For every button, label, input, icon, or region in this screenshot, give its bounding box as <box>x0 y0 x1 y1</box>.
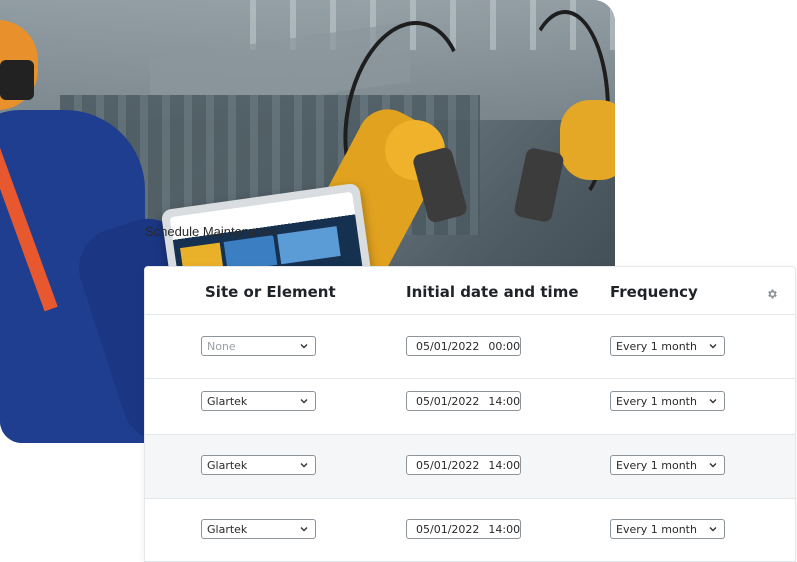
frequency-value: Every 1 month <box>616 340 697 353</box>
site-value: Glartek <box>207 459 248 472</box>
date-value: 05/01/2022 <box>416 340 480 353</box>
date-value: 05/01/2022 <box>416 459 480 472</box>
frequency-select[interactable]: Every 1 month <box>610 519 725 539</box>
frequency-select[interactable]: Every 1 month <box>610 455 725 475</box>
header-frequency: Frequency <box>610 283 698 301</box>
date-time-input[interactable]: 05/01/2022 14:00 <box>406 455 521 475</box>
frequency-value: Every 1 month <box>616 523 697 536</box>
time-value: 14:00 <box>488 459 521 472</box>
site-select[interactable]: None <box>201 336 316 356</box>
date-value: 05/01/2022 <box>416 523 480 536</box>
worker-ear-protector <box>0 60 34 100</box>
time-value: 00:00 <box>488 340 521 353</box>
chevron-down-icon <box>709 399 717 404</box>
chevron-down-icon <box>300 463 308 468</box>
schedule-table-card: Site or Element Initial date and time Fr… <box>144 266 796 562</box>
chevron-down-icon <box>300 344 308 349</box>
robot-tool <box>513 146 565 224</box>
table-row: Glartek 05/01/2022 14:00 Every 1 month <box>145 499 795 562</box>
frequency-value: Every 1 month <box>616 395 697 408</box>
table-header: Site or Element Initial date and time Fr… <box>145 267 795 315</box>
chevron-down-icon <box>709 344 717 349</box>
date-time-input[interactable]: 05/01/2022 00:00 <box>406 336 521 356</box>
frequency-select[interactable]: Every 1 month <box>610 336 725 356</box>
tablet-caption: Schedule Maintenance <box>145 224 278 239</box>
chevron-down-icon <box>300 399 308 404</box>
table-row: Glartek 05/01/2022 14:00 Every 1 month <box>145 435 795 499</box>
robot-arm <box>560 100 615 180</box>
site-select[interactable]: Glartek <box>201 391 316 411</box>
tablet-tile <box>277 226 341 265</box>
site-select[interactable]: Glartek <box>201 455 316 475</box>
time-value: 14:00 <box>488 523 521 536</box>
time-value: 14:00 <box>488 395 521 408</box>
frequency-select[interactable]: Every 1 month <box>610 391 725 411</box>
chevron-down-icon <box>709 463 717 468</box>
date-value: 05/01/2022 <box>416 395 480 408</box>
table-row: Glartek 05/01/2022 14:00 Every 1 month <box>145 379 795 435</box>
gear-icon[interactable] <box>766 288 778 300</box>
site-value: None <box>207 340 236 353</box>
site-value: Glartek <box>207 395 248 408</box>
frequency-value: Every 1 month <box>616 459 697 472</box>
date-time-input[interactable]: 05/01/2022 14:00 <box>406 519 521 539</box>
table-row: None 05/01/2022 00:00 Every 1 month <box>145 315 795 379</box>
site-value: Glartek <box>207 523 248 536</box>
header-date: Initial date and time <box>406 283 579 301</box>
chevron-down-icon <box>300 527 308 532</box>
site-select[interactable]: Glartek <box>201 519 316 539</box>
header-site: Site or Element <box>205 283 336 301</box>
date-time-input[interactable]: 05/01/2022 14:00 <box>406 391 521 411</box>
chevron-down-icon <box>709 527 717 532</box>
